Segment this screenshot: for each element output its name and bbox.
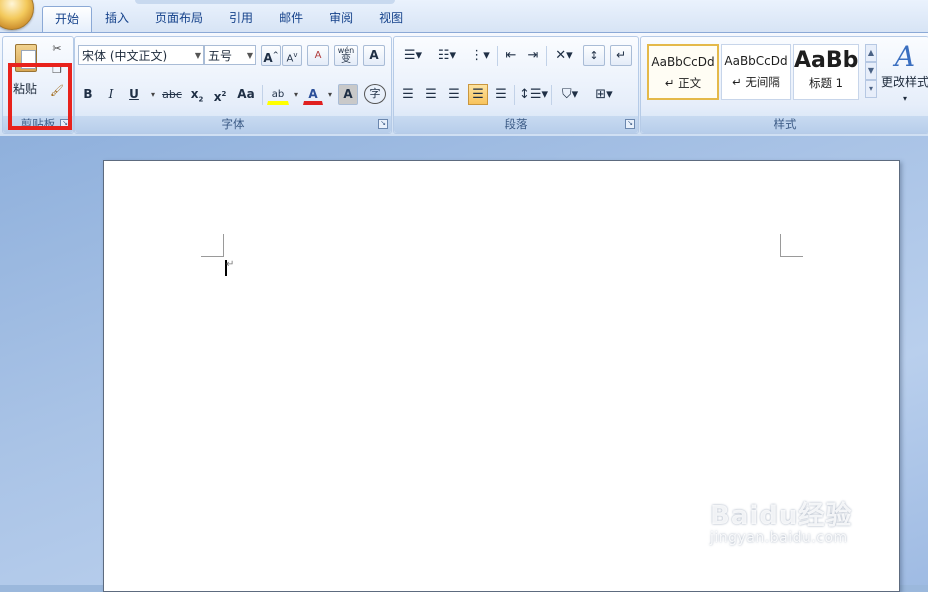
chevron-down-icon[interactable]: ▾ — [322, 87, 338, 103]
chevron-down-icon[interactable]: ▼ — [865, 62, 877, 80]
tab-home[interactable]: 开始 — [42, 6, 93, 33]
cut-icon[interactable]: ✂ — [49, 41, 65, 57]
paste-icon — [15, 44, 37, 72]
change-styles-label: 更改样式 — [881, 75, 928, 89]
font-size-combo[interactable]: 五号 ▼ — [204, 45, 256, 65]
styles-group-label: 样式 — [641, 116, 928, 133]
superscript-button[interactable]: x2 — [210, 84, 230, 105]
style-heading-1-name: 标题 1 — [809, 76, 843, 90]
chevron-down-icon: ▾ — [902, 94, 907, 103]
shrink-font-button[interactable]: Av — [282, 45, 302, 66]
distributed-icon[interactable]: ☰ — [491, 84, 511, 105]
tab-references[interactable]: 引用 — [216, 6, 266, 30]
font-name-value: 宋体 (中文正文) — [82, 49, 168, 63]
styles-group: AaBbCcDd ↵ 正文 AaBbCcDd ↵ 无间隔 AaBb 标题 1 ▲… — [640, 36, 928, 134]
grow-font-button[interactable]: A^ — [261, 45, 281, 66]
font-launcher-icon[interactable]: ↘ — [378, 119, 388, 129]
style-heading-1[interactable]: AaBb 标题 1 — [793, 44, 859, 100]
clipboard-group: 粘贴 ✂ ❐ 🖌 剪贴板 ↘ — [2, 36, 74, 134]
tab-mailings[interactable]: 邮件 — [266, 6, 316, 30]
italic-button[interactable]: I — [101, 84, 121, 105]
borders-icon[interactable]: ⊞▾ — [589, 84, 619, 105]
character-shading-button[interactable]: A — [338, 84, 358, 105]
justify-icon[interactable]: ☰ — [468, 84, 488, 105]
divider — [546, 46, 547, 66]
font-size-value: 五号 — [208, 49, 233, 63]
sort-icon[interactable]: ↕ — [583, 45, 605, 66]
subscript-button[interactable]: x2 — [187, 84, 207, 105]
paste-button[interactable]: 粘贴 — [9, 42, 41, 100]
divider — [262, 85, 263, 105]
decrease-indent-icon[interactable]: ⇤ — [501, 45, 521, 66]
style-no-spacing[interactable]: AaBbCcDd ↵ 无间隔 — [721, 44, 791, 100]
divider — [497, 46, 498, 66]
align-right-icon[interactable]: ☰ — [444, 84, 464, 105]
chevron-up-icon[interactable]: ▲ — [865, 44, 877, 62]
numbering-icon[interactable]: ☷▾ — [432, 45, 462, 66]
more-icon[interactable]: ▾ — [865, 80, 877, 98]
paste-label: 粘贴 — [13, 82, 38, 96]
enclose-character-button[interactable]: 字 — [364, 84, 386, 104]
chevron-down-icon[interactable]: ▾ — [288, 87, 304, 103]
change-styles-button[interactable]: A 更改样式 ▾ — [881, 41, 928, 113]
style-normal-sample: AaBbCcDd — [651, 55, 715, 69]
clipboard-launcher-icon[interactable]: ↘ — [60, 119, 70, 129]
office-button[interactable] — [0, 0, 34, 30]
style-gallery-scroll[interactable]: ▲ ▼ ▾ — [865, 44, 877, 100]
strikethrough-button[interactable]: abc — [159, 84, 185, 105]
align-left-icon[interactable]: ☰ — [398, 84, 418, 105]
ribbon-tab-bar: 开始 插入 页面布局 引用 邮件 审阅 视图 — [0, 0, 928, 33]
align-center-icon[interactable]: ☰ — [421, 84, 441, 105]
tab-page-layout[interactable]: 页面布局 — [142, 6, 216, 30]
change-styles-icon: A — [894, 40, 916, 73]
watermark-sub: jingyan.baidu.com — [710, 530, 848, 546]
multilevel-list-icon[interactable]: ⋮▾ — [466, 45, 494, 66]
format-painter-icon[interactable]: 🖌 — [49, 83, 65, 99]
style-normal-name: ↵ 正文 — [664, 76, 702, 90]
margin-mark-top-left — [201, 234, 224, 257]
shading-bucket-icon[interactable]: ⛉▾ — [555, 84, 585, 105]
ribbon-tabs: 开始 插入 页面布局 引用 邮件 审阅 视图 — [42, 6, 416, 33]
phonetic-guide-button[interactable]: wén 变 — [334, 45, 358, 66]
asian-layout-icon[interactable]: ✕▾ — [550, 45, 578, 66]
clear-formatting-button[interactable]: A — [307, 45, 329, 66]
chevron-down-icon: ▼ — [246, 51, 253, 60]
margin-mark-top-right — [780, 234, 803, 257]
divider — [514, 85, 515, 105]
divider — [551, 85, 552, 105]
paragraph-group: ☰▾ ☷▾ ⋮▾ ⇤ ⇥ ✕▾ ↕ ↵ ☰ ☰ ☰ ☰ ☰ ↕☰▾ ⛉▾ ⊞▾ … — [393, 36, 639, 134]
style-normal[interactable]: AaBbCcDd ↵ 正文 — [647, 44, 719, 100]
paragraph-launcher-icon[interactable]: ↘ — [625, 119, 635, 129]
font-color-button[interactable]: A — [303, 84, 323, 105]
show-marks-icon[interactable]: ↵ — [610, 45, 632, 66]
font-group: 宋体 (中文正文) ▼ 五号 ▼ A^ Av A wén 变 A B I U ▾ … — [74, 36, 392, 134]
tab-view[interactable]: 视图 — [366, 6, 416, 30]
style-no-spacing-sample: AaBbCcDd — [724, 54, 788, 68]
font-name-combo[interactable]: 宋体 (中文正文) ▼ — [78, 45, 204, 65]
ribbon: 粘贴 ✂ ❐ 🖌 剪贴板 ↘ 宋体 (中文正文) ▼ 五号 ▼ A^ Av A … — [0, 32, 928, 137]
bullets-icon[interactable]: ☰▾ — [398, 45, 428, 66]
tab-insert[interactable]: 插入 — [92, 6, 142, 30]
chevron-down-icon: ▼ — [194, 51, 201, 60]
bold-button[interactable]: B — [78, 84, 98, 105]
tab-review[interactable]: 审阅 — [316, 6, 366, 30]
font-group-label: 字体 — [75, 116, 391, 133]
change-case-button[interactable]: Aa — [234, 84, 258, 105]
paragraph-mark-icon: ↵ — [226, 259, 235, 270]
quick-access-toolbar — [135, 0, 395, 4]
style-heading-1-sample: AaBb — [794, 48, 859, 73]
underline-button[interactable]: U — [124, 84, 144, 105]
character-border-button[interactable]: A — [363, 45, 385, 66]
increase-indent-icon[interactable]: ⇥ — [523, 45, 543, 66]
paragraph-group-label: 段落 — [394, 116, 638, 133]
baidu-watermark: Baidu经验 jingyan.baidu.com — [710, 495, 852, 546]
watermark-main: Baidu经验 — [710, 501, 853, 531]
style-no-spacing-name: ↵ 无间隔 — [732, 75, 780, 89]
highlight-button[interactable]: ab — [267, 84, 289, 105]
copy-icon[interactable]: ❐ — [49, 62, 65, 78]
line-spacing-icon[interactable]: ↕☰▾ — [518, 84, 548, 105]
